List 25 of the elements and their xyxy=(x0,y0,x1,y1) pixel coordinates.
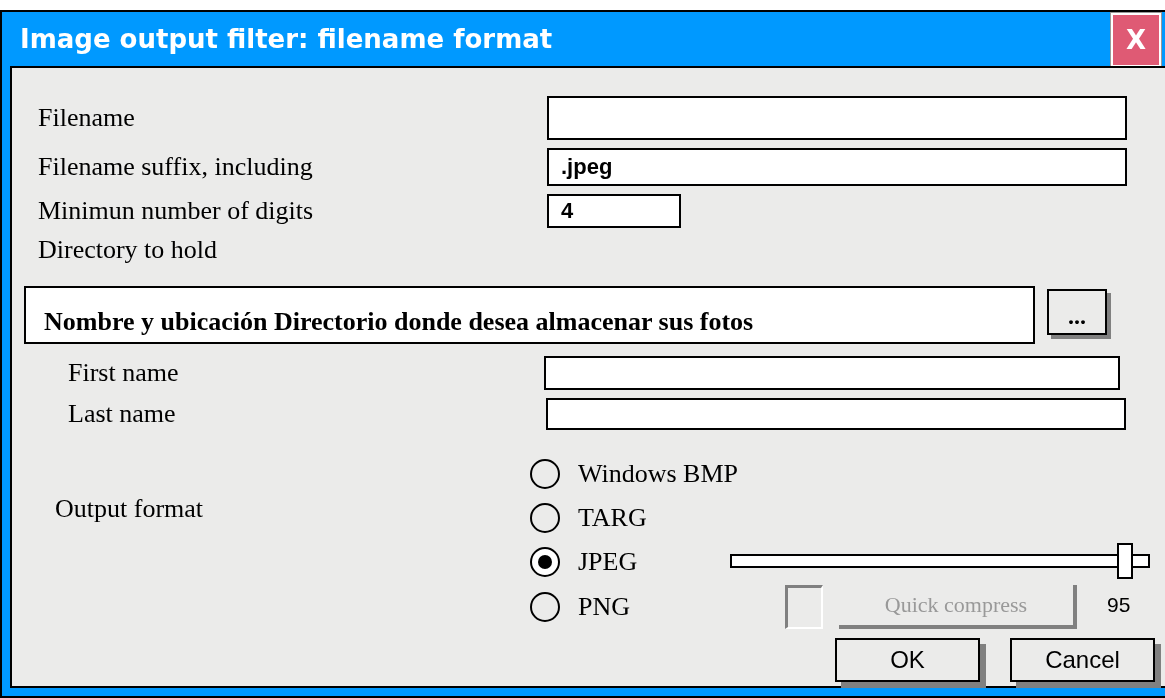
field-label: Minimun number of digits xyxy=(38,196,315,226)
radio-button[interactable] xyxy=(530,459,560,489)
field-label: Last name xyxy=(68,399,177,429)
input-field[interactable]: .jpeg xyxy=(547,148,1127,186)
input-field[interactable] xyxy=(547,96,1127,140)
field-label: Output format xyxy=(54,493,205,524)
radio-button[interactable] xyxy=(530,503,560,533)
field-label: First name xyxy=(68,358,180,388)
radio-label[interactable]: JPEG xyxy=(578,547,638,577)
radio-button[interactable] xyxy=(530,547,560,577)
input-field[interactable]: Nombre y ubicación Directorio donde desea almacenar sus fotos xyxy=(24,286,1035,344)
slider-value: 95 xyxy=(1107,593,1131,617)
field-label: Filename xyxy=(38,103,136,133)
field-label: Filename suffix, including xyxy=(38,152,314,182)
window-title: Image output filter: filename format xyxy=(20,24,553,54)
radio-label[interactable]: Windows BMP xyxy=(578,459,739,489)
slider-thumb[interactable] xyxy=(1117,543,1133,579)
radio-button[interactable] xyxy=(530,592,560,622)
radio-label[interactable]: PNG xyxy=(578,592,630,622)
close-button[interactable]: X xyxy=(1111,13,1161,67)
input-field[interactable] xyxy=(544,356,1120,390)
input-field[interactable] xyxy=(546,398,1126,430)
input-field[interactable]: 4 xyxy=(547,194,681,228)
radio-label[interactable]: TARG xyxy=(578,503,647,533)
field-label: Directory to hold xyxy=(38,235,219,265)
